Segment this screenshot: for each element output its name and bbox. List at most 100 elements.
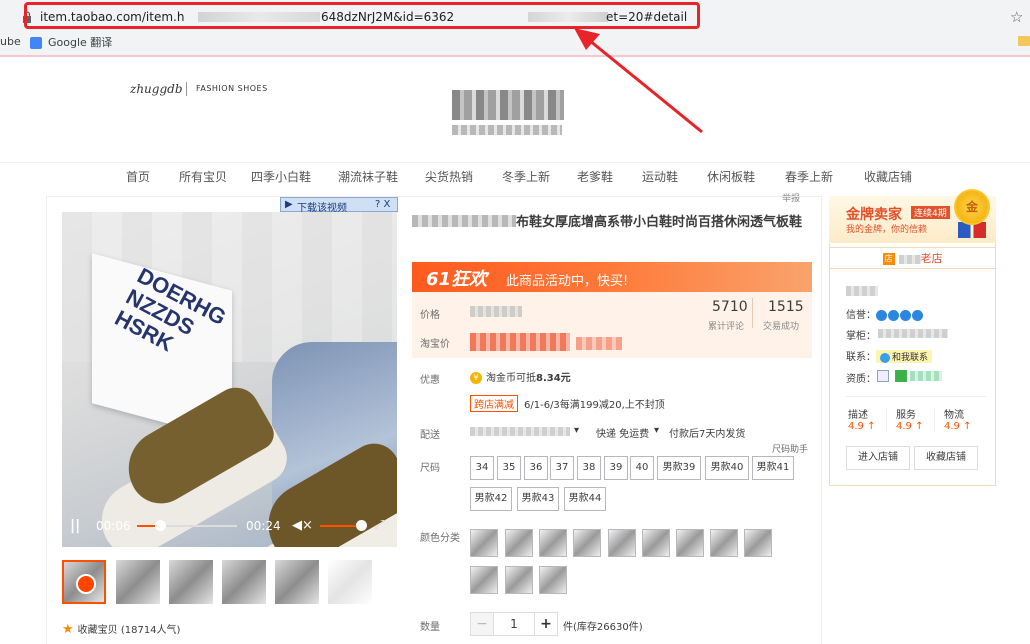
bookmark-item[interactable]: ube [0,35,21,48]
favorite-item[interactable]: ★ 收藏宝贝 (18714人气) [62,621,180,637]
thumbnail[interactable] [328,560,372,604]
folder-icon[interactable] [1018,36,1030,46]
size-option[interactable]: 34 [470,456,494,480]
nav-item-dad-shoes[interactable]: 老爹鞋 [577,168,613,185]
bookmark-star-icon[interactable]: ☆ [1010,8,1023,26]
shop-logo[interactable]: zhuggdb [130,82,183,96]
color-swatch[interactable] [539,529,567,557]
nav-item-sports[interactable]: 运动鞋 [642,168,678,185]
color-swatch[interactable] [539,566,567,594]
size-option[interactable]: 男款42 [470,487,512,511]
bookmark-google-translate[interactable]: Google 翻译 [30,34,112,50]
star-icon: ★ [62,622,74,637]
promo-logo: 61狂欢 [426,269,488,290]
coin-text: 淘金币可抵 [486,373,536,384]
thumbnail[interactable] [116,560,160,604]
color-swatch[interactable] [505,529,533,557]
ship-time-text: 付款后7天内发货 [669,429,746,440]
nav-item-sock-shoes[interactable]: 潮流袜子鞋 [338,168,398,185]
contact-seller-button[interactable]: 和我联系 [876,350,933,363]
shop-age-mosaic [898,254,921,264]
size-option[interactable]: 36 [524,456,548,480]
location-dropdown-icon[interactable]: ▾ [574,425,579,436]
video-current-time: 00:06 [96,519,131,533]
color-swatch[interactable] [676,529,704,557]
size-option[interactable]: 35 [497,456,521,480]
size-option[interactable]: 40 [630,456,654,480]
color-swatch[interactable] [470,529,498,557]
rating-service-value: 4.9 ↑ [896,421,924,432]
deal-count: 1515 [768,299,804,315]
divider [886,408,887,432]
coin-discount: ¥ 淘金币可抵8.34元 [470,369,571,384]
review-label: 累计评论 [708,322,745,332]
color-swatch[interactable] [505,566,533,594]
enter-shop-button[interactable]: 进入店铺 [846,446,910,470]
color-swatch[interactable] [608,529,636,557]
quantity-input[interactable]: 1 [494,612,534,636]
thumbnail[interactable] [169,560,213,604]
shop-name-mosaic [846,286,878,296]
thumbnail[interactable] [222,560,266,604]
nav-item-hot[interactable]: 尖货热销 [425,168,473,185]
color-swatch[interactable] [642,529,670,557]
contact-row: 联系： 和我联系 [846,348,933,363]
color-swatch[interactable] [573,529,601,557]
video-progress-knob[interactable] [155,520,166,531]
nav-item-all[interactable]: 所有宝贝 [179,168,227,185]
size-option[interactable]: 37 [550,456,574,480]
nav-item-spring-new[interactable]: 春季上新 [785,168,833,185]
thumbnail-video[interactable] [62,560,106,604]
contact-label: 联系： [846,352,876,363]
favorite-label: 收藏宝贝 (18714人气) [77,625,181,636]
size-option[interactable]: 男款43 [517,487,559,511]
title-mosaic [412,215,516,227]
nav-item-casual[interactable]: 休闲板鞋 [707,168,755,185]
thumbnail[interactable] [275,560,319,604]
download-video-tag[interactable]: ▶ 下载该视频 ? X [280,197,398,214]
contact-button-label: 和我联系 [892,353,929,363]
favorite-shop-button[interactable]: 收藏店铺 [914,446,978,470]
volume-knob[interactable] [356,520,367,531]
rating-logistics-value: 4.9 ↑ [944,421,972,432]
product-title: 布鞋女厚底增高系带小白鞋时尚百搭休闲透气板鞋 [412,214,804,232]
nav-item-home[interactable]: 首页 [126,168,150,185]
size-option[interactable]: 男款40 [705,456,749,480]
fullscreen-icon[interactable]: ⤢ [374,518,384,533]
shop-age-line[interactable]: 店 老店 [829,247,996,269]
mute-icon[interactable]: ◀× [292,518,313,533]
nav-item-winter-new[interactable]: 冬季上新 [502,168,550,185]
coin-amount: 8.34元 [536,373,571,384]
delivery-text[interactable]: 快递 免运费 [596,425,649,440]
promo-banner: 61狂欢 此商品活动中，快买! [412,262,812,292]
color-swatch[interactable] [470,566,498,594]
credit-label: 信誉： [846,310,876,321]
size-option[interactable]: 男款44 [564,487,606,511]
rating-logistics-label: 物流 [944,410,964,421]
nav-item-white-shoes[interactable]: 四季小白鞋 [251,168,311,185]
pause-icon[interactable]: || [70,518,80,534]
size-option[interactable]: 39 [604,456,628,480]
cross-store-badge[interactable]: 跨店满减 [470,395,518,412]
size-option[interactable]: 38 [577,456,601,480]
help-close-icons[interactable]: ? X [375,199,390,210]
quantity-decrement-button[interactable]: − [470,612,494,636]
product-video[interactable]: DOERHG NZZDS HSRK [62,212,397,547]
id-card-icon[interactable] [877,370,889,382]
color-swatch[interactable] [744,529,772,557]
size-helper-link[interactable]: 尺码助手 [772,442,808,455]
review-count[interactable]: 5710 [712,299,748,315]
quantity-increment-button[interactable]: + [534,612,558,636]
qualification-mosaic [910,371,942,381]
deal-label: 交易成功 [763,322,800,332]
size-option[interactable]: 男款39 [657,456,701,480]
shop-age-label: 老店 [920,252,943,265]
certificate-icon[interactable] [895,370,907,382]
nav-item-fav-shop[interactable]: 收藏店铺 [864,168,912,185]
color-swatch[interactable] [710,529,738,557]
qualification-label: 资质： [846,374,876,385]
cross-store-text: 6/1-6/3每满199减20,上不封顶 [524,400,665,411]
price-mosaic [470,306,522,317]
size-option[interactable]: 男款41 [752,456,794,480]
gold-medal-icon: 金 [954,189,990,225]
